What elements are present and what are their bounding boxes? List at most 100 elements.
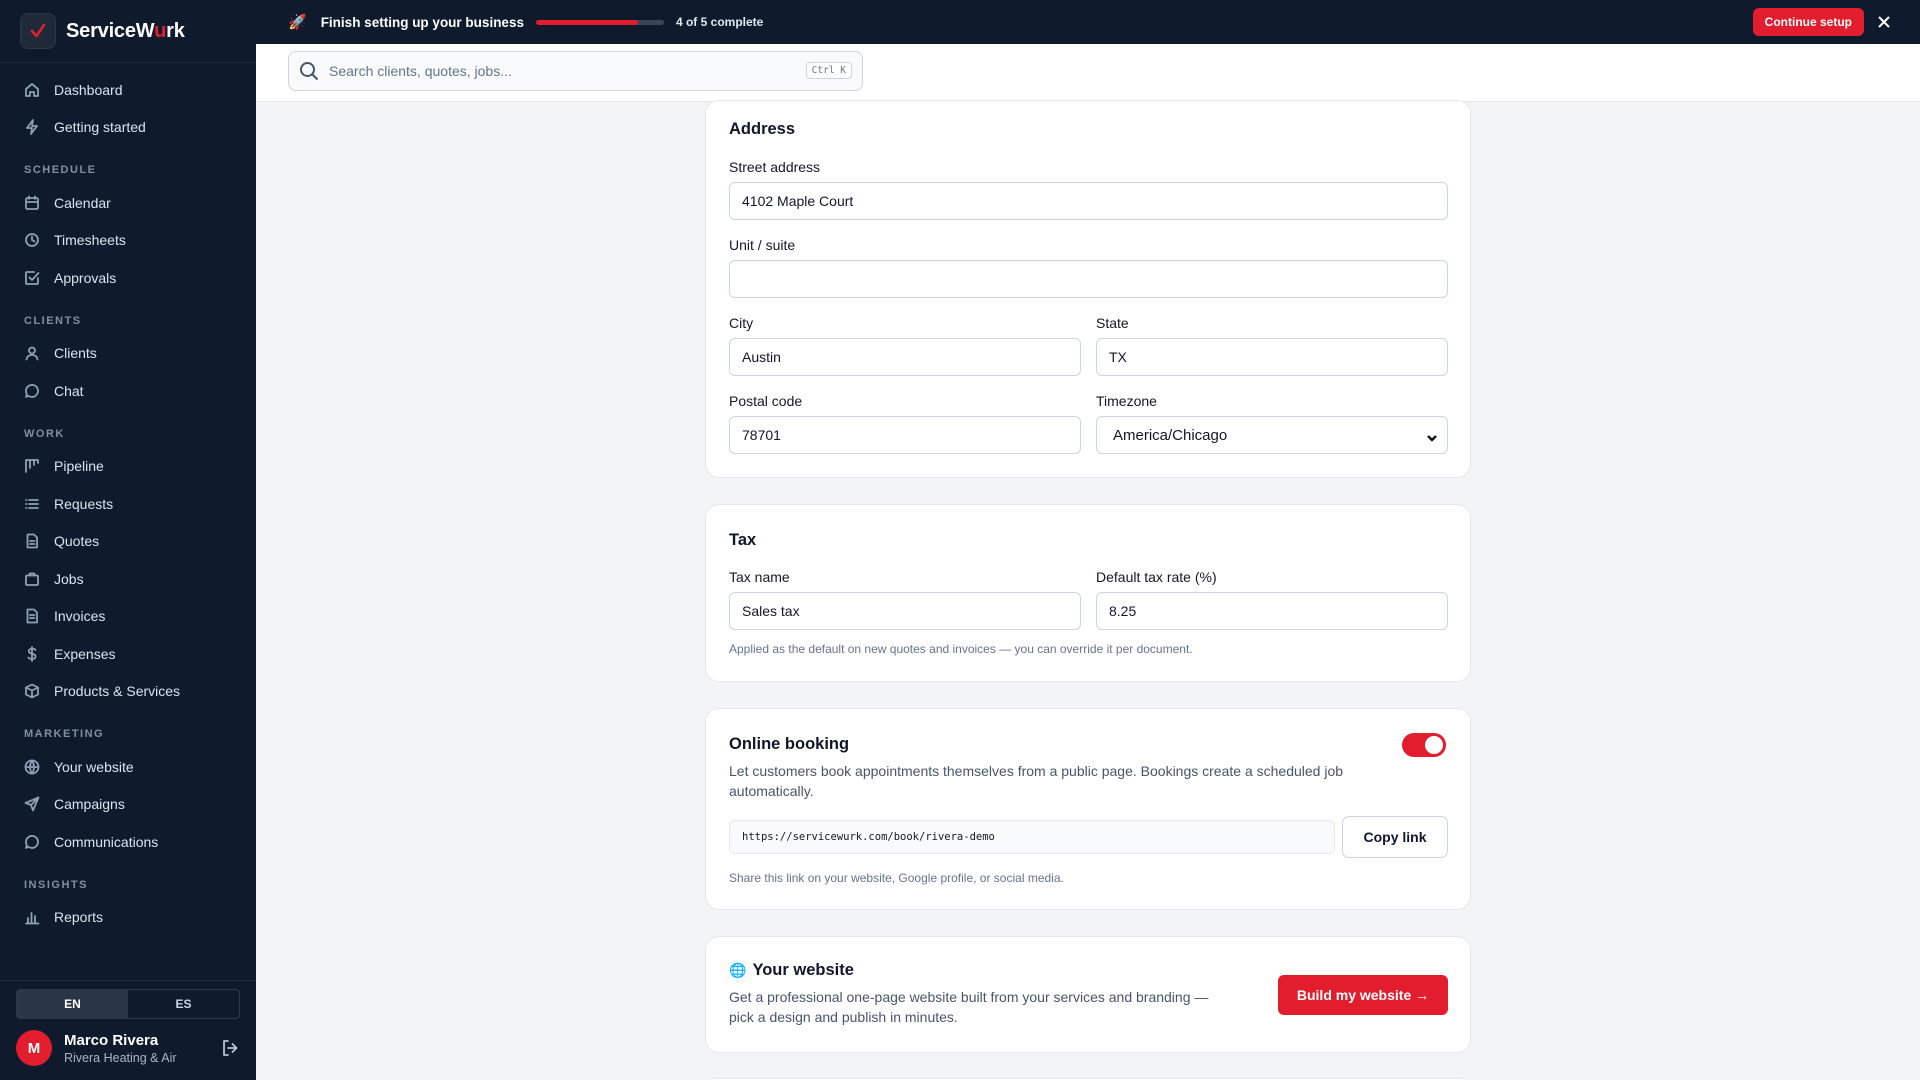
sidebar-item-getting-started[interactable]: Getting started bbox=[0, 109, 256, 147]
timezone-label: Timezone bbox=[1096, 393, 1157, 409]
sidebar-item-jobs[interactable]: Jobs bbox=[0, 560, 256, 598]
chevron-down-icon bbox=[1427, 430, 1437, 442]
state-label: State bbox=[1096, 315, 1129, 331]
sidebar-item-clients[interactable]: Clients bbox=[0, 335, 256, 373]
postal-field[interactable]: 78701 bbox=[729, 416, 1081, 454]
sidebar-item-dashboard[interactable]: Dashboard bbox=[0, 71, 256, 109]
globe-icon: 🌐 bbox=[729, 962, 747, 978]
sidebar-item-label: Getting started bbox=[54, 119, 146, 136]
section-marketing: MARKETING bbox=[24, 728, 105, 740]
sidebar-item-pipeline[interactable]: Pipeline bbox=[0, 448, 256, 486]
invoice-icon bbox=[26, 608, 38, 624]
briefcase-icon bbox=[25, 572, 39, 586]
sidebar-item-quotes[interactable]: Quotes bbox=[0, 523, 256, 561]
search-toolbar: Ctrl K bbox=[256, 44, 1920, 102]
booking-hint: Share this link on your website, Google … bbox=[729, 871, 1064, 885]
booking-link-field[interactable]: https://servicewurk.com/book/rivera-demo bbox=[729, 820, 1335, 854]
section-schedule: SCHEDULE bbox=[24, 164, 97, 176]
setup-banner-title: Finish setting up your business bbox=[320, 14, 524, 30]
booking-description: Let customers book appointments themselv… bbox=[729, 763, 1344, 799]
language-toggle: EN ES bbox=[16, 989, 240, 1019]
tax-card: Tax Tax name Sales tax Default tax rate … bbox=[705, 504, 1471, 682]
sidebar-item-communications[interactable]: Communications bbox=[0, 823, 256, 861]
list-icon bbox=[25, 498, 39, 509]
unit-field[interactable] bbox=[729, 260, 1448, 298]
sidebar-item-label: Requests bbox=[54, 495, 114, 512]
lang-en-button[interactable]: EN bbox=[17, 990, 128, 1018]
send-icon bbox=[24, 796, 40, 812]
tax-rate-field[interactable]: 8.25 bbox=[1096, 592, 1448, 630]
lang-es-button[interactable]: ES bbox=[128, 990, 239, 1018]
search-icon bbox=[300, 62, 319, 81]
chat-bubble-icon bbox=[25, 383, 39, 398]
sidebar-item-requests[interactable]: Requests bbox=[0, 485, 256, 523]
city-field[interactable]: Austin bbox=[729, 338, 1081, 376]
sidebar-item-label: Chat bbox=[54, 382, 84, 399]
website-title: 🌐 Your website bbox=[729, 961, 854, 979]
sidebar-item-timesheets[interactable]: Timesheets bbox=[0, 222, 256, 260]
sidebar-item-your-website[interactable]: Your website bbox=[0, 748, 256, 786]
street-field[interactable]: 4102 Maple Court bbox=[729, 182, 1448, 220]
sidebar-item-label: Clients bbox=[54, 345, 97, 362]
continue-setup-button[interactable]: Continue setup bbox=[1752, 8, 1864, 36]
sidebar-item-expenses[interactable]: Expenses bbox=[0, 635, 256, 673]
sidebar-footer: EN ES M Marco Rivera Rivera Heating & Ai… bbox=[0, 980, 256, 1080]
sidebar-item-campaigns[interactable]: Campaigns bbox=[0, 786, 256, 824]
section-work: WORK bbox=[24, 427, 65, 440]
city-label: City bbox=[729, 315, 754, 331]
website-description: Get a professional one-page website buil… bbox=[729, 989, 1209, 1025]
bar-chart-icon bbox=[25, 912, 40, 925]
logout-icon[interactable] bbox=[220, 1038, 240, 1058]
sidebar-item-label: Dashboard bbox=[54, 81, 123, 98]
setup-banner: 🚀 Finish setting up your business 4 of 5… bbox=[256, 0, 1920, 44]
search-box[interactable]: Ctrl K bbox=[288, 51, 863, 91]
tax-title: Tax bbox=[729, 531, 757, 549]
sidebar-item-label: Approvals bbox=[54, 269, 117, 286]
sidebar-item-chat[interactable]: Chat bbox=[0, 372, 256, 410]
sidebar-item-reports[interactable]: Reports bbox=[0, 899, 256, 937]
avatar[interactable]: M bbox=[16, 1030, 52, 1066]
copy-link-button[interactable]: Copy link bbox=[1342, 816, 1448, 858]
close-icon[interactable] bbox=[1876, 14, 1892, 30]
sidebar-item-label: Timesheets bbox=[54, 232, 126, 249]
brand[interactable]: ServiceWurk bbox=[0, 0, 256, 63]
box-icon bbox=[25, 683, 39, 699]
setup-progress-text: 4 of 5 complete bbox=[675, 15, 764, 29]
check-square-icon bbox=[25, 270, 40, 285]
sidebar-item-label: Quotes bbox=[54, 533, 100, 550]
user-icon bbox=[25, 346, 39, 361]
message-icon bbox=[25, 834, 39, 849]
sidebar-item-label: Reports bbox=[54, 909, 104, 926]
booking-title: Online booking bbox=[729, 735, 850, 753]
build-website-button[interactable]: Build my website → bbox=[1278, 975, 1448, 1015]
keyboard-shortcut: Ctrl K bbox=[805, 62, 852, 79]
search-input[interactable] bbox=[329, 63, 789, 79]
postal-label: Postal code bbox=[729, 393, 803, 409]
user-company: Rivera Heating & Air bbox=[64, 1050, 177, 1065]
sidebar-item-products-services[interactable]: Products & Services bbox=[0, 673, 256, 711]
tax-name-field[interactable]: Sales tax bbox=[729, 592, 1081, 630]
online-booking-toggle[interactable] bbox=[1402, 733, 1446, 757]
state-field[interactable]: TX bbox=[1096, 338, 1448, 376]
timezone-value: America/Chicago bbox=[1113, 426, 1228, 444]
address-card: Address Street address 4102 Maple Court … bbox=[705, 100, 1471, 478]
sidebar-item-approvals[interactable]: Approvals bbox=[0, 259, 256, 297]
timezone-select[interactable]: America/Chicago bbox=[1096, 416, 1448, 454]
unit-label: Unit / suite bbox=[729, 237, 796, 253]
sidebar-item-label: Jobs bbox=[54, 570, 84, 587]
street-label: Street address bbox=[729, 159, 821, 175]
sidebar-item-calendar[interactable]: Calendar bbox=[0, 184, 256, 222]
user-name: Marco Rivera bbox=[64, 1031, 159, 1049]
sidebar-item-label: Campaigns bbox=[54, 796, 125, 813]
dollar-icon bbox=[27, 645, 37, 662]
website-card: 🌐 Your website Get a professional one-pag… bbox=[705, 936, 1471, 1053]
checkmark-logo-icon bbox=[20, 13, 56, 49]
sidebar-item-label: Products & Services bbox=[54, 683, 181, 700]
tax-name-label: Tax name bbox=[729, 569, 790, 585]
sidebar-item-label: Expenses bbox=[54, 645, 116, 662]
kanban-icon bbox=[25, 459, 39, 474]
sidebar-item-invoices[interactable]: Invoices bbox=[0, 598, 256, 636]
toggle-knob bbox=[1425, 736, 1443, 754]
sidebar: ServiceWurk Dashboard Getting started SC… bbox=[0, 0, 256, 1080]
sidebar-nav: Dashboard Getting started SCHEDULE Calen… bbox=[0, 63, 256, 936]
